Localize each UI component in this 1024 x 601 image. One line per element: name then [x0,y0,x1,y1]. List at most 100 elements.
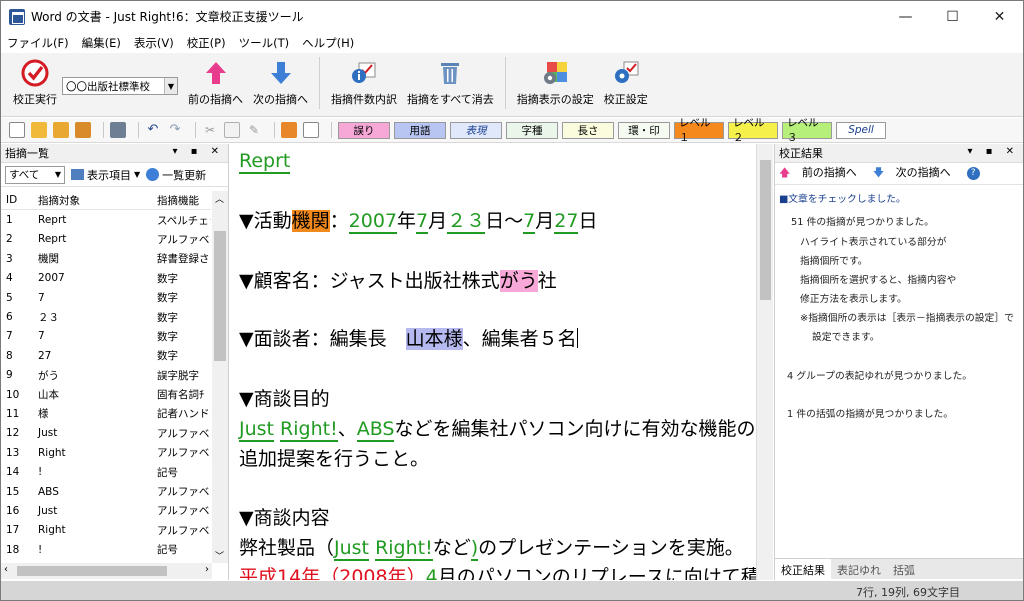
document-icon[interactable] [303,122,319,138]
flag-alphabet[interactable]: Just [334,537,370,561]
table-row[interactable]: 6 ２３ 数字 [1,307,211,326]
new-document-icon[interactable] [9,122,25,138]
category-button[interactable]: Spell [836,121,886,139]
flag-era[interactable]: 平成 [239,566,277,580]
table-row[interactable]: 14! 記号 [1,462,211,481]
clear-button[interactable]: 指摘をすべて消去 [407,53,494,113]
flag-era[interactable]: ） [407,566,426,580]
display-items-button[interactable]: 表示項目 ▼ [71,167,140,183]
flag-number[interactable]: 2007 [348,210,398,234]
tab-brackets[interactable]: 括弧 [887,559,921,579]
insert-icon[interactable] [281,122,297,138]
column-header-target[interactable]: 指摘対象 [33,193,153,208]
category-button[interactable]: 環・印 [618,121,670,139]
menu-file[interactable]: ファイル(F) [7,35,69,51]
result-line[interactable]: 1 件の括弧の指摘が見つかりました。 [787,406,953,420]
flag-era[interactable]: 14 [277,566,301,580]
chevron-right-icon[interactable]: › [205,564,209,575]
prev-button[interactable]: 前の指摘へ [188,53,243,113]
tab-variants[interactable]: 表記ゆれ [831,559,887,579]
table-row[interactable]: 4 2007 数字 [1,269,211,288]
table-row[interactable]: 15 ABS アルファベッ [1,482,211,501]
panel-controls[interactable]: ▾ ▪ ✕ [967,146,1019,157]
flag-number[interactable]: 7 [416,210,429,234]
category-button[interactable]: レベル１ [674,117,724,144]
chevron-left-icon[interactable]: ‹ [4,564,8,575]
menu-proofread[interactable]: 校正(P) [187,35,226,51]
issue-list-hscrollbar[interactable]: ‹ › [1,563,212,579]
table-row[interactable]: 17 Right アルファベッ [1,521,211,540]
flag-number[interactable]: 7 [523,210,536,234]
flag-spell[interactable]: Reprt [239,150,291,174]
flag-era[interactable]: （ [320,566,339,580]
category-button[interactable]: 長さ [562,121,614,139]
table-row[interactable]: 1 Reprt スペルチェッ [1,210,211,229]
column-header-id[interactable]: ID [1,194,33,206]
undo-icon[interactable]: ↶ [145,122,161,138]
next-button[interactable]: 次の指摘へ [253,53,308,113]
count-button[interactable]: 指摘件数内訳 [331,53,397,113]
refresh-button[interactable]: 一覧更新 [146,167,206,183]
category-button[interactable]: 表現 [450,121,502,139]
standard-select[interactable]: 〇〇出版社標準校 ▼ [62,77,178,95]
flag-number[interactable]: 27 [554,210,579,234]
maximize-button[interactable]: ☐ [929,1,976,32]
chevron-down-icon[interactable]: ﹀ [215,549,224,562]
result-prev-button[interactable]: 🡅 前の指摘へ [779,164,865,183]
menu-view[interactable]: 表示(V) [134,35,174,51]
flag-alphabet[interactable]: Right! [280,418,338,442]
save-icon[interactable] [75,122,91,138]
flag-level1[interactable]: 機関 [291,210,330,232]
scroll-thumb[interactable] [214,231,226,361]
result-next-button[interactable]: 🡇 次の指摘へ [873,164,959,183]
flag-error[interactable]: がう [499,270,538,292]
settings-button[interactable]: 校正設定 [604,53,648,113]
editor-vscrollbar[interactable] [756,144,773,580]
flag-alphabet[interactable]: ABS [356,418,395,442]
redo-icon[interactable]: ↷ [167,122,183,138]
menu-help[interactable]: ヘルプ(H) [302,35,354,51]
scroll-thumb[interactable] [760,160,771,300]
table-row[interactable]: 11 様 記者ハンド [1,404,211,423]
flag-era[interactable]: 2008 [339,566,387,580]
open-recent-icon[interactable] [53,122,69,138]
table-row[interactable]: 12 Just アルファベッ [1,424,211,443]
print-icon[interactable] [110,122,126,138]
category-button[interactable]: レベル３ [782,117,832,144]
table-row[interactable]: 8 27 数字 [1,346,211,365]
menu-edit[interactable]: 編集(E) [82,35,121,51]
tab-results[interactable]: 校正結果 [775,559,831,579]
help-icon[interactable]: ? [966,167,980,180]
category-button[interactable]: 誤り [338,121,390,139]
document-editor[interactable]: Reprt ▼活動機関：2007年7月２３日～7月27日 ▼顧客名：ジャスト出版… [230,144,756,580]
panel-controls[interactable]: ▾ ▪ ✕ [172,146,224,157]
category-button[interactable]: 用語 [394,121,446,139]
cut-icon[interactable]: ✂ [202,122,218,138]
column-header-function[interactable]: 指摘機能 [153,193,211,208]
flag-alphabet[interactable]: Just [239,418,274,442]
check-button[interactable]: 校正実行 [13,53,57,113]
table-row[interactable]: 18! 記号 [1,540,211,559]
flag-number[interactable]: ２３ [447,210,486,234]
flag-term[interactable]: 山本様 [405,328,463,350]
result-line[interactable]: 4 グループの表記ゆれが見つかりました。 [787,368,972,382]
category-button[interactable]: レベル２ [728,117,778,144]
table-row[interactable]: 5 7 数字 [1,288,211,307]
display-setting-button[interactable]: 指摘表示の設定 [517,53,594,113]
table-row[interactable]: 13 Right アルファベッ [1,443,211,462]
flag-number[interactable]: 4 [425,566,438,580]
table-row[interactable]: 7 7 数字 [1,327,211,346]
flag-alphabet[interactable]: Right! [375,537,433,561]
minimize-button[interactable]: — [882,1,929,32]
table-row[interactable]: 16 Just アルファベッ [1,501,211,520]
chevron-up-icon[interactable]: ︿ [215,192,224,205]
copy-icon[interactable] [224,122,240,138]
scroll-thumb[interactable] [17,566,167,576]
table-row[interactable]: 9 がう 誤字脱字 [1,366,211,385]
flag-era[interactable]: 年 [388,566,407,580]
close-button[interactable]: ✕ [976,1,1023,32]
category-button[interactable]: 字種 [506,121,558,139]
table-row[interactable]: 2 Reprt アルファベッ [1,230,211,249]
issue-list-vscrollbar[interactable]: ︿ ﹀ [212,191,228,563]
filter-select[interactable]: すべて ▼ [5,165,65,184]
